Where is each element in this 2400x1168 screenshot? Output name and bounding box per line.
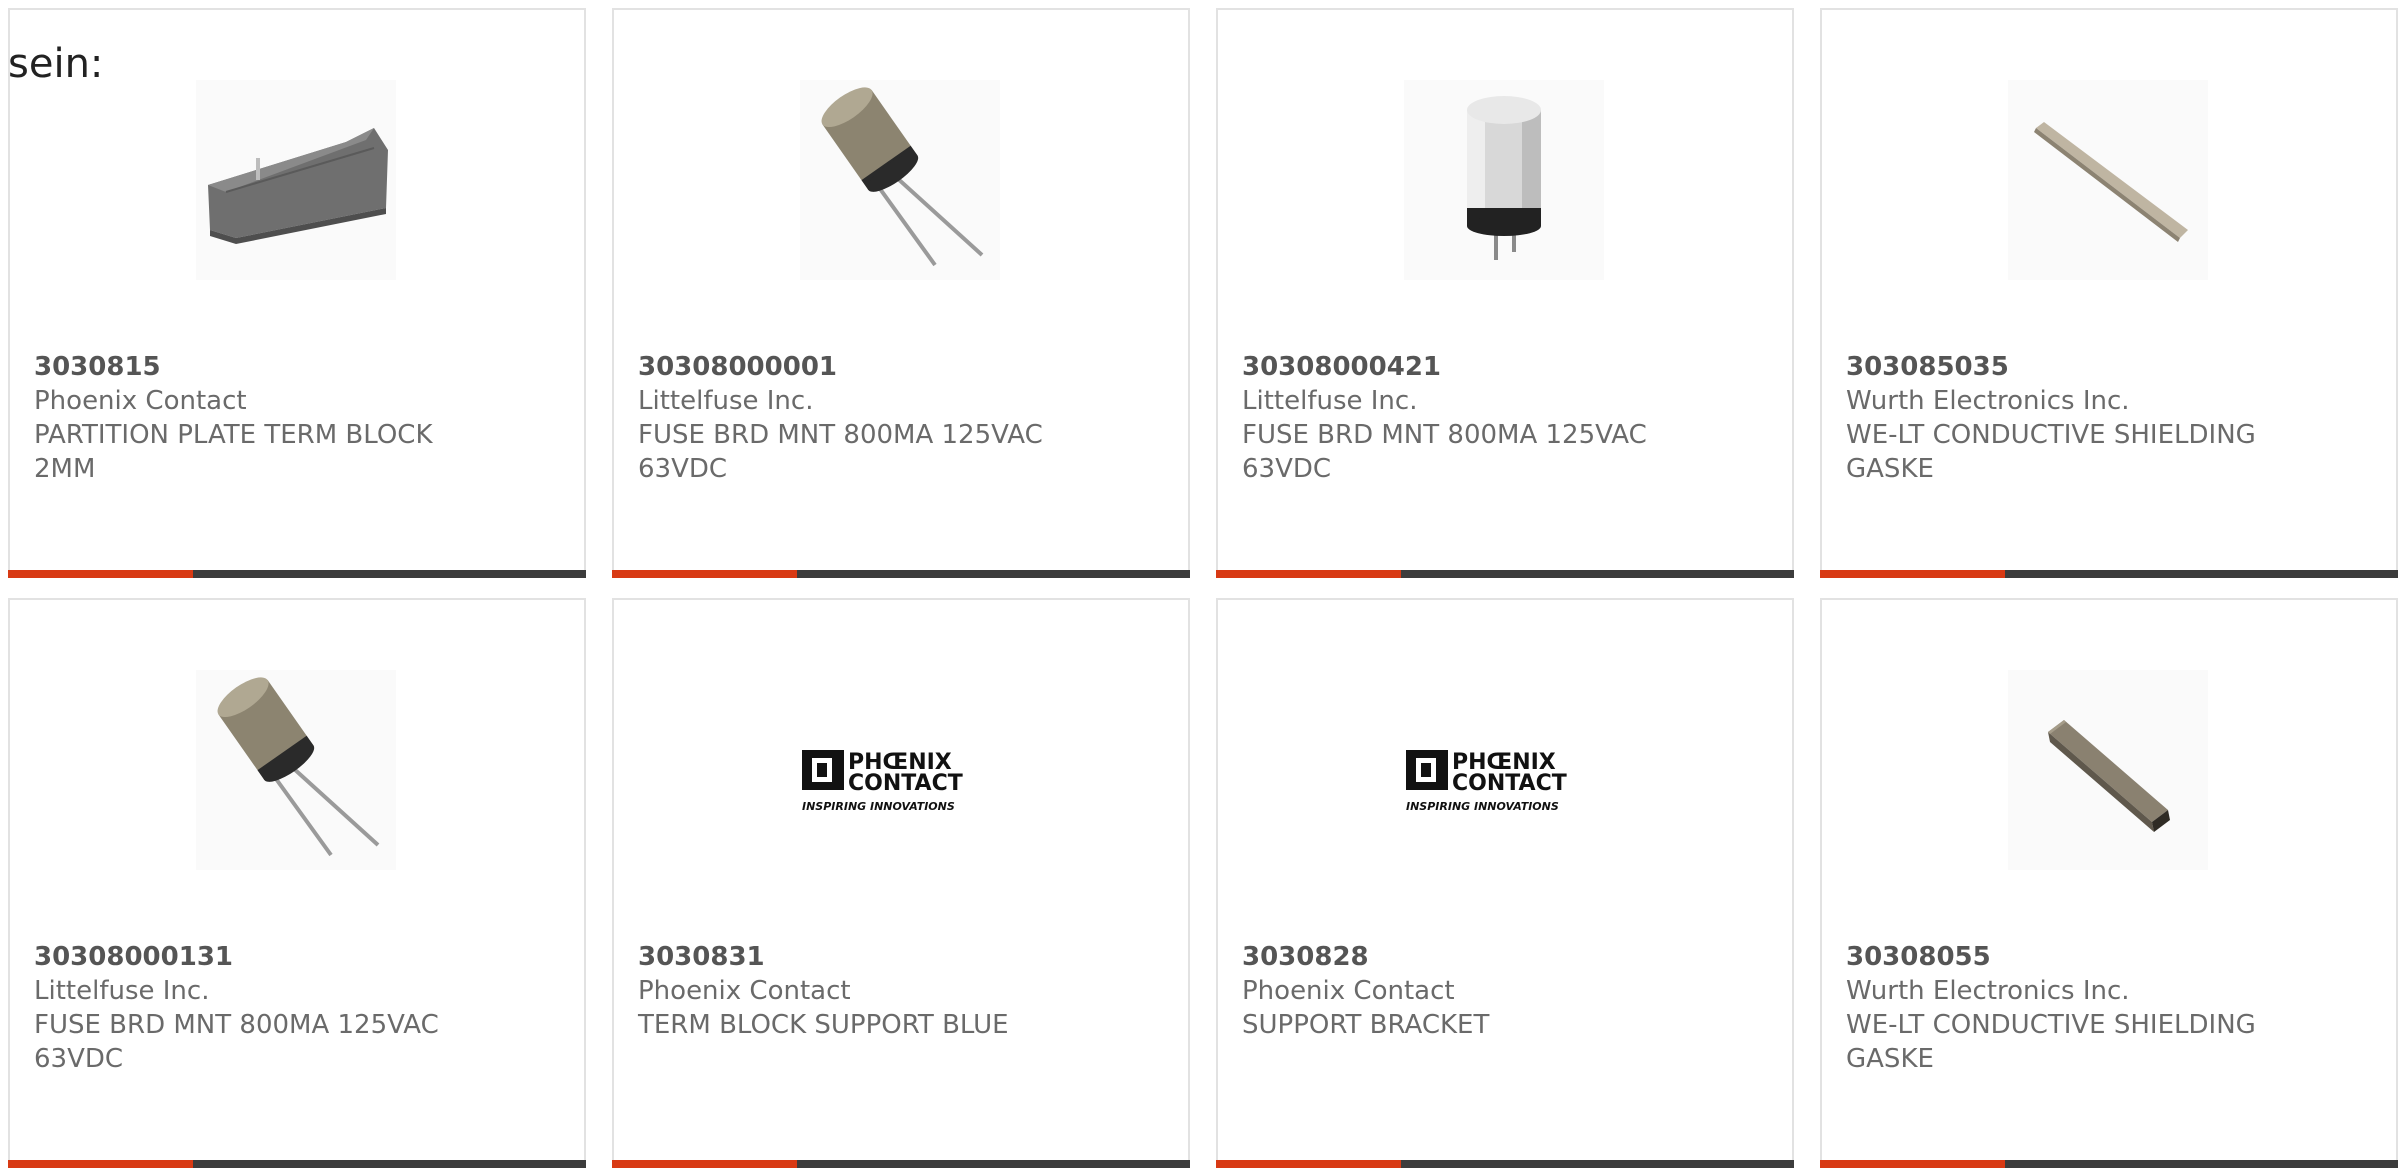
card-progress-bar — [1216, 570, 1794, 578]
manufacturer-name: Wurth Electronics Inc. — [1846, 386, 2130, 416]
card-bar-accent — [612, 1160, 797, 1168]
card-progress-bar — [8, 1160, 586, 1168]
manufacturer-name: Phoenix Contact — [638, 976, 851, 1006]
product-card[interactable]: PHŒNIX CONTACT INSPIRING INNOVATIONS 303… — [1216, 598, 1794, 1168]
card-progress-bar — [612, 1160, 1190, 1168]
product-description: SUPPORT BRACKET — [1242, 1010, 1490, 1040]
manufacturer-name: Littelfuse Inc. — [34, 976, 210, 1006]
manufacturer-name: Phoenix Contact — [1242, 976, 1455, 1006]
intro-text: sein: — [8, 41, 104, 87]
part-number-link[interactable]: 3030815 — [34, 350, 554, 384]
manufacturer-name: Littelfuse Inc. — [1242, 386, 1418, 416]
product-description: PARTITION PLATE TERM BLOCK — [34, 420, 433, 450]
product-description: WE-LT CONDUCTIVE SHIELDING — [1846, 1010, 2256, 1040]
manufacturer-name: Wurth Electronics Inc. — [1846, 976, 2130, 1006]
product-card[interactable]: 30308055 Wurth Electronics Inc. WE-LT CO… — [1820, 598, 2398, 1168]
card-progress-bar — [8, 570, 586, 578]
card-progress-bar — [1820, 570, 2398, 578]
flat-gasket-image[interactable] — [2008, 80, 2208, 280]
part-number-link[interactable]: 30308000001 — [638, 350, 1158, 384]
manufacturer-name: Littelfuse Inc. — [638, 386, 814, 416]
part-number-link[interactable]: 30308000421 — [1242, 350, 1762, 384]
product-description: FUSE BRD MNT 800MA 125VAC — [638, 420, 1043, 450]
card-bar-accent — [1820, 570, 2005, 578]
card-bar-accent — [8, 1160, 193, 1168]
logo-line2: CONTACT — [1452, 771, 1567, 796]
product-card[interactable]: PHŒNIX CONTACT INSPIRING INNOVATIONS 303… — [612, 598, 1190, 1168]
card-bar-accent — [8, 570, 193, 578]
card-bar-accent — [1216, 570, 1401, 578]
product-grid: 3030815 Phoenix Contact PARTITION PLATE … — [8, 8, 2400, 1168]
product-description-cont: 63VDC — [34, 1044, 124, 1074]
phoenix-contact-logo[interactable]: PHŒNIX CONTACT INSPIRING INNOVATIONS — [1404, 670, 1604, 870]
product-description-cont: 63VDC — [638, 454, 728, 484]
radial-fuse-image[interactable] — [196, 670, 396, 870]
card-progress-bar — [1820, 1160, 2398, 1168]
product-description-cont: GASKE — [1846, 454, 1934, 484]
logo-tagline: INSPIRING INNOVATIONS — [802, 800, 955, 813]
radial-fuse-image[interactable] — [800, 80, 1000, 280]
card-progress-bar — [612, 570, 1190, 578]
square-gasket-image[interactable] — [2008, 670, 2208, 870]
product-description-cont: 63VDC — [1242, 454, 1332, 484]
phoenix-contact-logo[interactable]: PHŒNIX CONTACT INSPIRING INNOVATIONS — [800, 670, 1000, 870]
logo-line2: CONTACT — [848, 771, 963, 796]
card-bar-accent — [1216, 1160, 1401, 1168]
part-number-link[interactable]: 3030831 — [638, 940, 1158, 974]
product-description: FUSE BRD MNT 800MA 125VAC — [1242, 420, 1647, 450]
product-description-cont: 2MM — [34, 454, 96, 484]
card-bar-accent — [1820, 1160, 2005, 1168]
part-number-link[interactable]: 3030828 — [1242, 940, 1762, 974]
product-description-cont: GASKE — [1846, 1044, 1934, 1074]
part-number-link[interactable]: 30308000131 — [34, 940, 554, 974]
product-description: WE-LT CONDUCTIVE SHIELDING — [1846, 420, 2256, 450]
upright-fuse-image[interactable] — [1404, 80, 1604, 280]
part-number-link[interactable]: 30308055 — [1846, 940, 2366, 974]
logo-tagline: INSPIRING INNOVATIONS — [1406, 800, 1559, 813]
product-card[interactable]: 30308000421 Littelfuse Inc. FUSE BRD MNT… — [1216, 8, 1794, 578]
part-number-link[interactable]: 303085035 — [1846, 350, 2366, 384]
product-card[interactable]: 303085035 Wurth Electronics Inc. WE-LT C… — [1820, 8, 2398, 578]
product-card[interactable]: 3030815 Phoenix Contact PARTITION PLATE … — [8, 8, 586, 578]
card-progress-bar — [1216, 1160, 1794, 1168]
product-description: TERM BLOCK SUPPORT BLUE — [638, 1010, 1009, 1040]
card-bar-accent — [612, 570, 797, 578]
product-card[interactable]: 30308000131 Littelfuse Inc. FUSE BRD MNT… — [8, 598, 586, 1168]
partition-plate-image[interactable] — [196, 80, 396, 280]
product-card[interactable]: 30308000001 Littelfuse Inc. FUSE BRD MNT… — [612, 8, 1190, 578]
product-description: FUSE BRD MNT 800MA 125VAC — [34, 1010, 439, 1040]
manufacturer-name: Phoenix Contact — [34, 386, 247, 416]
